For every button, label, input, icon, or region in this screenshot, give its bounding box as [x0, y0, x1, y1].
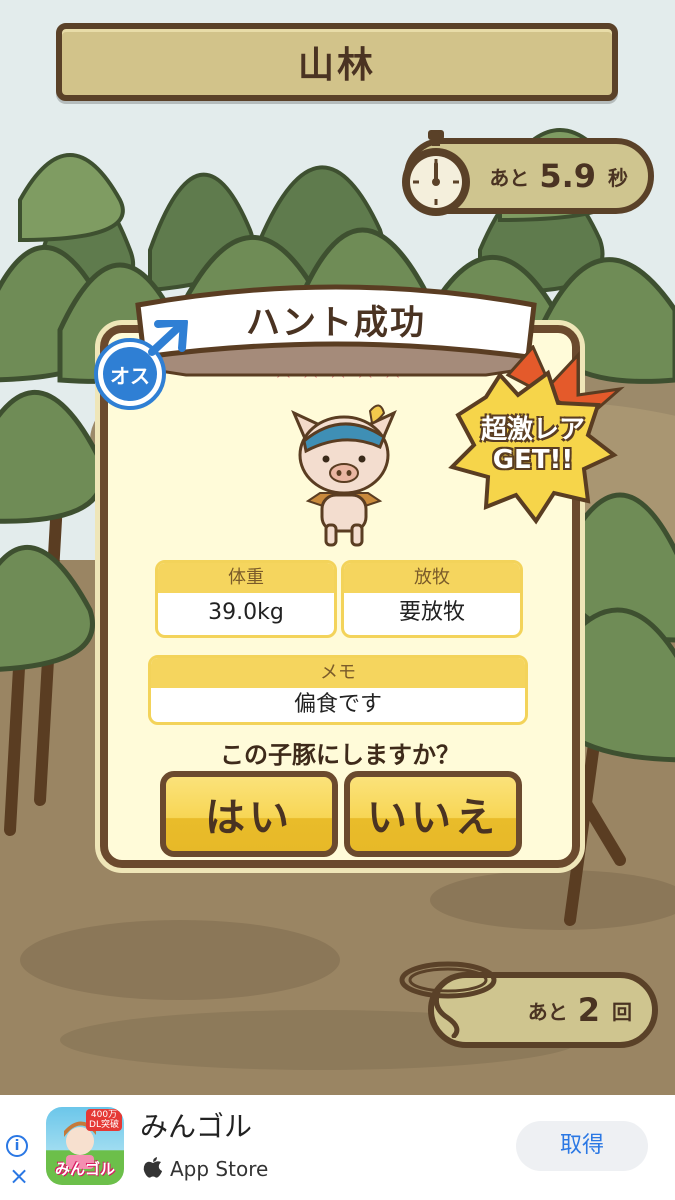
ad-info-icon[interactable]: i: [6, 1135, 28, 1157]
apple-logo-icon: [142, 1155, 164, 1179]
location-title: 山林: [297, 45, 376, 86]
get-text: GET!!: [492, 445, 574, 475]
timer-prefix: あと: [489, 165, 530, 190]
weight-value: 39.0kg: [208, 600, 284, 625]
stopwatch-icon: [396, 128, 476, 220]
ad-app-name: みんゴル: [140, 1110, 253, 1143]
remaining-unit: 回: [612, 999, 632, 1024]
timer-value: 5.9: [539, 157, 596, 195]
memo-label: メモ: [151, 658, 525, 688]
ad-close-icon[interactable]: ×: [8, 1164, 30, 1188]
remaining-value: 2: [577, 991, 600, 1029]
gender-label: オス: [110, 364, 150, 388]
piglet-illustration: [284, 401, 404, 551]
grazing-label: 放牧: [344, 563, 520, 593]
ad-icon-badge: 400万DL突破: [86, 1109, 122, 1131]
ultra-rare-burst: 超激レア GET!!: [438, 345, 628, 525]
memo-value: 偏食です: [293, 692, 382, 717]
location-title-sign: 山林: [56, 23, 618, 101]
male-gender-badge: オス: [92, 320, 188, 412]
ad-app-icon[interactable]: 400万DL突破 みんゴル: [46, 1107, 124, 1185]
ad-store-label: App Store: [170, 1157, 269, 1181]
weight-field: 体重 39.0kg: [155, 560, 337, 638]
ad-icon-text: みんゴル: [54, 1160, 115, 1178]
hunt-success-title: ハント成功: [246, 303, 426, 343]
lasso-rope-icon: [388, 958, 498, 1039]
grazing-value: 要放牧: [398, 600, 465, 625]
ad-get-button[interactable]: 取得: [516, 1121, 648, 1171]
confirm-question: この子豚にしますか？: [220, 741, 460, 769]
grazing-field: 放牧 要放牧: [341, 560, 523, 638]
timer-unit: 秒: [608, 165, 628, 190]
weight-label: 体重: [158, 563, 334, 593]
ultra-rare-text: 超激レア: [480, 415, 585, 445]
yes-button[interactable]: はい: [160, 771, 338, 857]
no-button[interactable]: いいえ: [344, 771, 522, 857]
ad-banner[interactable]: i × 400万DL突破 みんゴル みんゴル App Store 取得: [0, 1095, 675, 1200]
memo-field: メモ 偏食です: [148, 655, 528, 725]
remaining-prefix: あと: [527, 999, 568, 1024]
